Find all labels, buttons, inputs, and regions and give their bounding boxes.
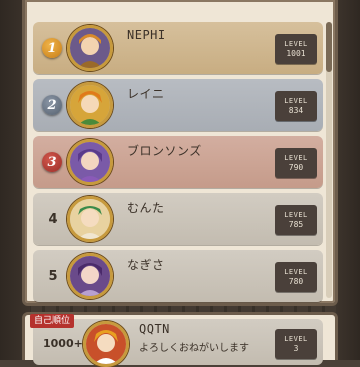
ranking-row-5[interactable]: 5 なぎさ LEVEL 780 — [33, 250, 323, 302]
rank-badge-silver: 2 — [42, 95, 62, 115]
ranking-row-1[interactable]: 1 NEPHI LEVEL 1001 — [33, 22, 323, 74]
character-portrait-icon[interactable] — [67, 253, 113, 299]
level-box: LEVEL 834 — [275, 91, 317, 121]
player-name: むんた — [127, 201, 165, 215]
level-box: LEVEL 1001 — [275, 34, 317, 64]
ranking-list: 1 NEPHI LEVEL 1001 2 レイニ LEVEL 834 3 ブロン… — [33, 22, 323, 303]
scrollbar[interactable] — [326, 22, 332, 298]
rank-badge-gold: 1 — [42, 38, 62, 58]
self-rank-label: 自己順位 — [30, 314, 75, 328]
level-value: 1001 — [286, 49, 306, 58]
rank-number: 4 — [48, 211, 58, 227]
rank-number: 5 — [48, 268, 58, 284]
level-value: 780 — [288, 277, 304, 286]
bookshelf-right — [336, 0, 360, 360]
player-message: よろしくおねがいします — [139, 343, 249, 354]
level-label: LEVEL — [284, 97, 308, 105]
level-label: LEVEL — [284, 40, 308, 48]
character-portrait-icon[interactable] — [83, 321, 129, 367]
player-name: なぎさ — [127, 258, 165, 272]
level-value: 785 — [288, 220, 304, 229]
level-value: 790 — [288, 163, 304, 172]
level-box: LEVEL 3 — [275, 329, 317, 359]
character-portrait-icon[interactable] — [67, 139, 113, 185]
player-name: NEPHI — [127, 28, 166, 42]
character-portrait-icon[interactable] — [67, 25, 113, 71]
ranking-row-3[interactable]: 3 ブロンソンズ LEVEL 790 — [33, 136, 323, 188]
level-label: LEVEL — [284, 335, 308, 343]
ranking-row-4[interactable]: 4 むんた LEVEL 785 — [33, 193, 323, 245]
level-value: 834 — [288, 106, 304, 115]
level-label: LEVEL — [284, 211, 308, 219]
player-name: ブロンソンズ — [127, 144, 202, 158]
self-ranking-row[interactable]: 1000+ QQTN よろしくおねがいします LEVEL 3 — [33, 319, 323, 367]
player-name: QQTN — [139, 322, 170, 336]
level-box: LEVEL 790 — [275, 148, 317, 178]
level-label: LEVEL — [284, 268, 308, 276]
level-box: LEVEL 785 — [275, 205, 317, 235]
player-name: レイニ — [127, 87, 165, 101]
rank-badge-bronze: 3 — [42, 152, 62, 172]
scrollbar-thumb[interactable] — [326, 22, 332, 72]
self-rank-number: 1000+ — [43, 337, 83, 350]
level-box: LEVEL 780 — [275, 262, 317, 292]
character-portrait-icon[interactable] — [67, 82, 113, 128]
character-portrait-icon[interactable] — [67, 196, 113, 242]
ranking-row-2[interactable]: 2 レイニ LEVEL 834 — [33, 79, 323, 131]
level-label: LEVEL — [284, 154, 308, 162]
level-value: 3 — [293, 344, 299, 353]
ranking-panel: 1 NEPHI LEVEL 1001 2 レイニ LEVEL 834 3 ブロン… — [22, 0, 338, 306]
